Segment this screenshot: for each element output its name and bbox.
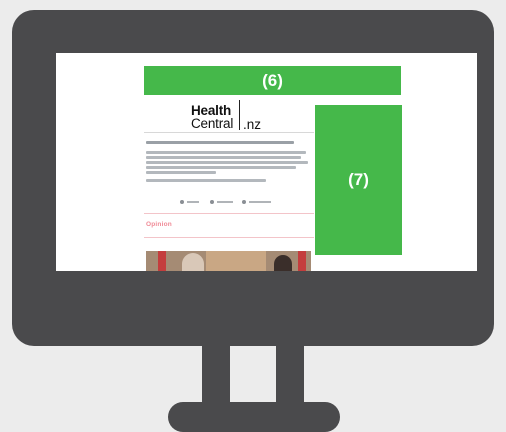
monitor: Health Central .nz Opinion (6) (7) (12, 10, 494, 346)
photo-person (182, 253, 204, 271)
share-bar (180, 200, 280, 206)
article-text-line (146, 151, 306, 154)
callout-box-6: (6) (144, 66, 401, 95)
article-text-line (146, 156, 301, 159)
header-divider (144, 132, 314, 133)
flag-graphic (298, 251, 306, 271)
share-text (249, 201, 271, 203)
monitor-base (168, 402, 340, 432)
article-photo[interactable] (146, 251, 311, 271)
flag-graphic (158, 251, 166, 271)
share-text (217, 201, 233, 203)
photo-background (206, 251, 266, 271)
article-text-line (146, 179, 266, 182)
illustration: Health Central .nz Opinion (6) (7) (0, 0, 506, 432)
callout-box-7: (7) (315, 105, 402, 255)
share-text (187, 201, 199, 203)
monitor-stand-gap (230, 346, 276, 404)
website-page: Health Central .nz Opinion (144, 95, 314, 271)
article-text-line (146, 166, 296, 169)
facebook-icon[interactable] (210, 200, 214, 204)
article-heading-line (146, 141, 294, 144)
site-logo[interactable]: Health Central (191, 104, 234, 131)
photo-person (274, 255, 292, 271)
article-text-line (146, 161, 308, 164)
section-divider (144, 213, 314, 214)
monitor-screen: Health Central .nz Opinion (6) (7) (56, 53, 477, 271)
logo-divider (239, 100, 240, 130)
section-heading-opinion[interactable]: Opinion (146, 221, 172, 228)
section-divider (144, 237, 314, 238)
article-text-line (146, 171, 216, 174)
share-icon[interactable] (180, 200, 184, 204)
logo-word-bottom: Central (191, 116, 234, 131)
email-icon[interactable] (242, 200, 246, 204)
logo-suffix: .nz (243, 117, 262, 132)
